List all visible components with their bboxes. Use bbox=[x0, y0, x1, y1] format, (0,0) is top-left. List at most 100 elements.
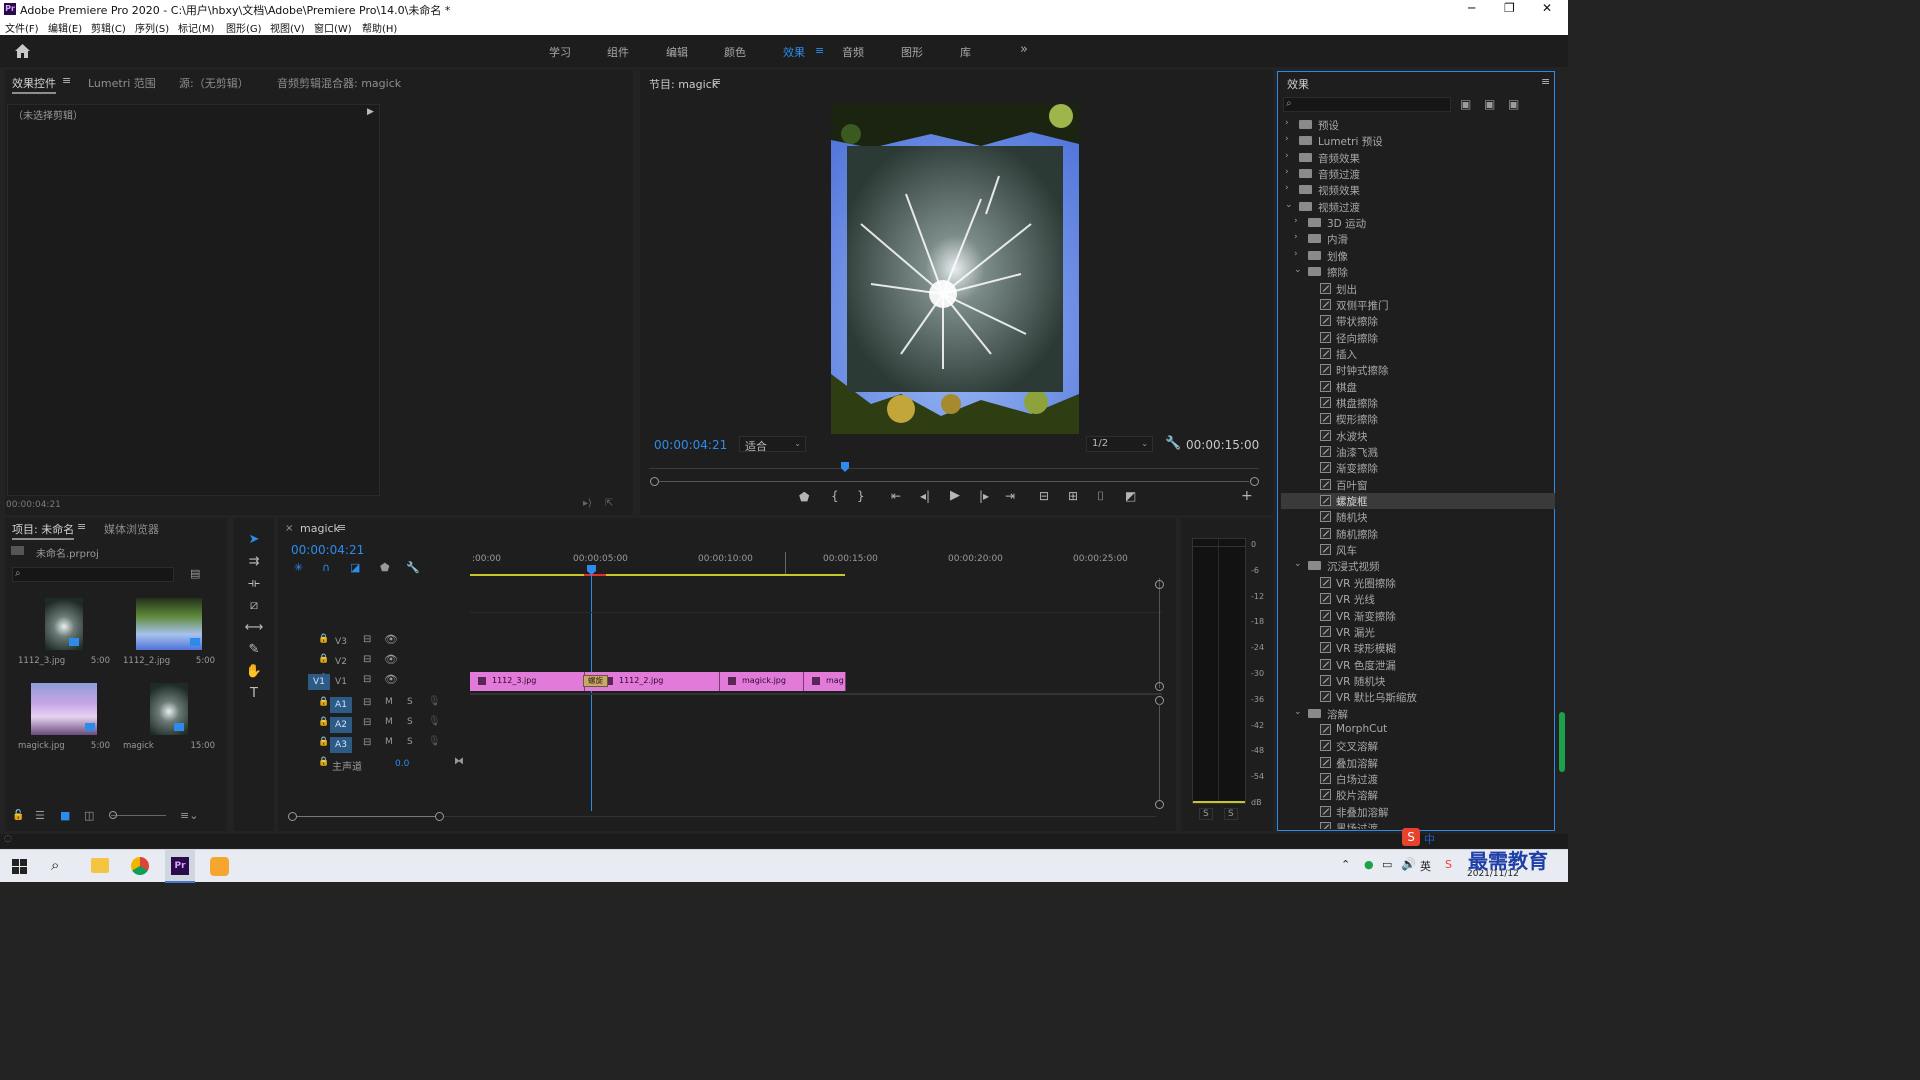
solo-button[interactable]: S bbox=[407, 717, 413, 727]
effects-folder[interactable]: › 音频过渡 bbox=[1281, 166, 1555, 182]
effects-folder[interactable]: › 预设 bbox=[1281, 117, 1555, 133]
volume-icon[interactable]: 🔊 bbox=[1401, 857, 1416, 871]
track-label[interactable]: A1 bbox=[330, 697, 352, 713]
scroll-handle[interactable] bbox=[1155, 682, 1164, 691]
effect-item[interactable]: 随机擦除 bbox=[1281, 526, 1555, 542]
master-volume-value[interactable]: 0.0 bbox=[395, 759, 409, 769]
mute-button[interactable]: M bbox=[385, 717, 393, 727]
go-to-in-icon[interactable]: ⇤ bbox=[891, 489, 901, 503]
track-label[interactable]: A2 bbox=[330, 717, 352, 733]
windows-start-icon[interactable] bbox=[12, 859, 27, 874]
effect-item[interactable]: VR 色度泄漏 bbox=[1281, 657, 1555, 673]
chevron-right-icon[interactable]: › bbox=[1285, 134, 1289, 144]
resolution-dropdown[interactable]: 1/2 ⌄ bbox=[1086, 436, 1153, 452]
chevron-right-icon[interactable]: › bbox=[1285, 151, 1289, 161]
effect-item[interactable]: 时钟式擦除 bbox=[1281, 362, 1555, 378]
mark-in-icon[interactable]: { bbox=[831, 489, 839, 503]
transition-spiral-box[interactable]: 螺旋 bbox=[583, 675, 608, 687]
sync-lock-icon[interactable]: ⊟ bbox=[363, 717, 371, 728]
export-frame-camera-icon[interactable]: ⌷ bbox=[1097, 489, 1104, 504]
effect-item[interactable]: 油漆飞溅 bbox=[1281, 444, 1555, 460]
timeline-ruler[interactable]: :00:00 00:00:05:00 00:00:10:00 00:00:15:… bbox=[470, 552, 1160, 578]
program-zoom-bar[interactable] bbox=[650, 473, 1260, 487]
effects-folder[interactable]: › 音频效果 bbox=[1281, 150, 1555, 166]
video-tracks-scrollbar[interactable] bbox=[1159, 578, 1160, 688]
workspace-learn[interactable]: 学习 bbox=[549, 44, 571, 60]
effect-item[interactable]: 水波块 bbox=[1281, 428, 1555, 444]
app-taskbar-icon[interactable] bbox=[210, 857, 229, 876]
chevron-down-icon[interactable]: ⌄ bbox=[1285, 200, 1293, 210]
workspace-effects-menu-icon[interactable]: ≡ bbox=[815, 44, 824, 57]
effect-item[interactable]: 螺旋框 bbox=[1281, 493, 1555, 510]
chevron-down-icon[interactable]: ⌄ bbox=[1294, 265, 1302, 275]
effect-item[interactable]: 渐变擦除 bbox=[1281, 460, 1555, 476]
sequence-tab[interactable]: magick bbox=[300, 522, 340, 535]
track-select-tool-icon[interactable]: ⇉ bbox=[244, 554, 264, 572]
sync-lock-icon[interactable]: ⊟ bbox=[363, 737, 371, 748]
minimize-button[interactable]: ─ bbox=[1468, 1, 1475, 15]
tab-effect-controls-menu-icon[interactable]: ≡ bbox=[62, 74, 71, 87]
lock-icon[interactable]: 🔓 bbox=[12, 810, 24, 821]
premiere-taskbar-button[interactable]: Pr bbox=[165, 850, 195, 883]
tray-app-icon[interactable]: ● bbox=[1364, 858, 1374, 871]
mute-button[interactable]: M bbox=[385, 737, 393, 747]
effect-item[interactable]: 交叉溶解 bbox=[1281, 738, 1555, 754]
menu-marker[interactable]: 标记(M) bbox=[178, 20, 214, 35]
effect-item[interactable]: VR 随机块 bbox=[1281, 673, 1555, 689]
track-label[interactable]: V3 bbox=[330, 634, 352, 650]
sequence-menu-icon[interactable]: ≡ bbox=[337, 521, 346, 534]
workspace-editing[interactable]: 编辑 bbox=[666, 44, 688, 60]
zoom-slider[interactable] bbox=[111, 815, 166, 816]
scroll-handle[interactable] bbox=[1155, 800, 1164, 809]
eye-icon[interactable]: 👁 bbox=[384, 633, 398, 646]
workspace-color[interactable]: 颜色 bbox=[724, 44, 746, 60]
work-area-bar[interactable] bbox=[470, 574, 845, 576]
menu-view[interactable]: 视图(V) bbox=[270, 20, 305, 35]
timeline-zoom-end[interactable] bbox=[435, 812, 444, 821]
lock-icon[interactable]: 🔒 bbox=[318, 717, 329, 727]
play-icon[interactable]: ▶ bbox=[950, 488, 960, 503]
effects-folder[interactable]: › 视频效果 bbox=[1281, 182, 1555, 198]
effects-folder[interactable]: ⌄ 溶解 bbox=[1281, 706, 1555, 722]
effect-item[interactable]: 楔形擦除 bbox=[1281, 411, 1555, 427]
clip-1112_3[interactable]: 1112_3.jpg bbox=[470, 672, 585, 691]
chevron-right-icon[interactable]: › bbox=[1285, 183, 1289, 193]
search-icon[interactable]: ⌕ bbox=[51, 856, 59, 874]
ripple-edit-tool-icon[interactable]: ⟛ bbox=[244, 576, 264, 594]
timeline-zoom-start[interactable] bbox=[288, 812, 297, 821]
effect-item[interactable]: 叠加溶解 bbox=[1281, 755, 1555, 771]
snap-magnet-icon[interactable]: ∩ bbox=[322, 561, 330, 574]
chrome-icon[interactable] bbox=[131, 857, 149, 875]
menu-window[interactable]: 窗口(W) bbox=[314, 20, 352, 35]
effect-item[interactable]: 胶片溶解 bbox=[1281, 787, 1555, 803]
mute-button[interactable]: M bbox=[385, 697, 393, 707]
chevron-down-icon[interactable]: ⌄ bbox=[1294, 559, 1302, 569]
program-timecode[interactable]: 00:00:04:21 bbox=[654, 438, 727, 452]
tab-audio-clip-mixer[interactable]: 音频剪辑混合器: magick bbox=[277, 75, 401, 91]
effect-item[interactable]: VR 球形模糊 bbox=[1281, 640, 1555, 656]
list-view-icon[interactable]: ☰ bbox=[35, 809, 45, 822]
lock-icon[interactable]: 🔒 bbox=[318, 757, 329, 767]
effect-item[interactable]: 双侧平推门 bbox=[1281, 297, 1555, 313]
effect-item[interactable]: 划出 bbox=[1281, 281, 1555, 297]
sort-icon[interactable]: ≡⌄ bbox=[180, 809, 198, 822]
selection-tool-icon[interactable]: ➤ bbox=[244, 532, 264, 550]
chevron-down-icon[interactable]: ⌄ bbox=[1294, 707, 1302, 717]
add-marker-icon[interactable]: ⬟ bbox=[380, 561, 390, 574]
effect-item[interactable]: 插入 bbox=[1281, 346, 1555, 362]
type-tool-icon[interactable]: T bbox=[244, 686, 264, 704]
accelerated-effects-icon[interactable]: ▣ bbox=[1460, 97, 1471, 111]
workspace-effects[interactable]: 效果 bbox=[783, 44, 805, 60]
chevron-right-icon[interactable]: › bbox=[1285, 118, 1289, 128]
ime-mode-indicator[interactable]: 中 bbox=[1424, 831, 1435, 847]
program-playhead[interactable] bbox=[841, 462, 849, 472]
project-item-1112_3[interactable]: 1112_3.jpg 5:00 bbox=[11, 592, 115, 674]
zoom-slider-handle[interactable] bbox=[109, 811, 117, 819]
more-workspaces-button[interactable]: » bbox=[1020, 42, 1028, 57]
close-sequence-icon[interactable]: × bbox=[285, 523, 293, 534]
solo-button[interactable]: S bbox=[407, 697, 413, 707]
effect-item[interactable]: VR 光圈擦除 bbox=[1281, 575, 1555, 591]
timeline-timecode[interactable]: 00:00:04:21 bbox=[291, 543, 364, 557]
project-item-magick-sequence[interactable]: magick 15:00 bbox=[116, 677, 220, 759]
effects-folder[interactable]: ⌄ 擦除 bbox=[1281, 264, 1555, 280]
